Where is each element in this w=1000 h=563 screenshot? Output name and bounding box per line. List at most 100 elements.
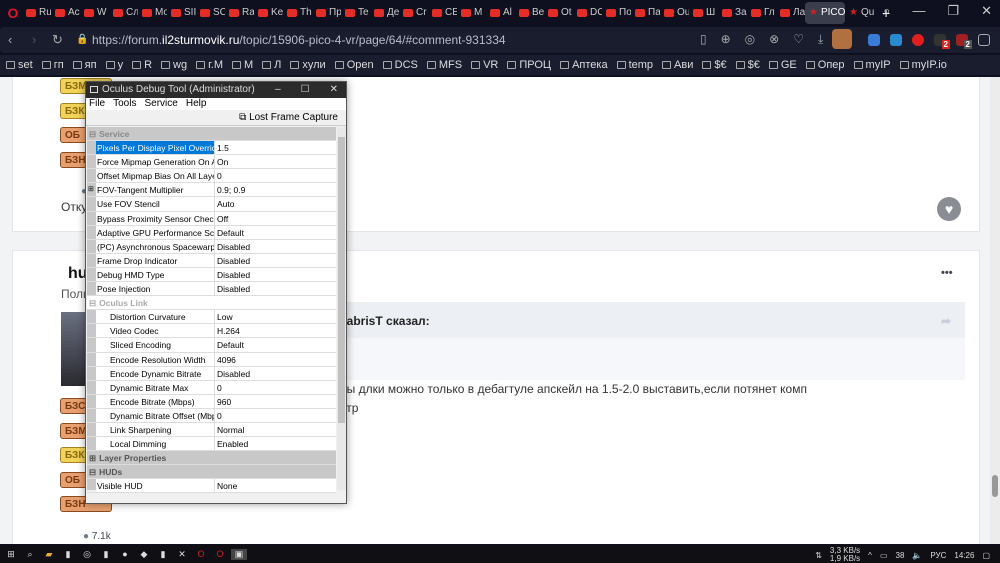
opera-icon[interactable]: O [212, 549, 228, 559]
property-grid-scrollbar[interactable] [337, 127, 346, 490]
browser-tab[interactable]: Ш [689, 2, 718, 24]
property-row[interactable]: Distortion Curvature Low [87, 310, 336, 325]
scrollbar-thumb[interactable] [992, 475, 998, 497]
menu-tools[interactable]: Tools [113, 98, 136, 110]
category-oculus-link[interactable]: ⊟ Oculus Link [87, 296, 336, 311]
bookmark-item[interactable]: Л [262, 59, 281, 71]
like-button[interactable]: ♥ [937, 197, 961, 221]
bookmark-item[interactable]: хули [290, 59, 326, 71]
share-arrow-icon[interactable]: ➦ [941, 314, 951, 328]
bookmark-item[interactable]: гп [41, 59, 64, 71]
browser-tab[interactable]: Ot [544, 2, 573, 24]
browser-tab[interactable]: По [602, 2, 631, 24]
scrollbar-thumb[interactable] [338, 137, 345, 423]
translate-ext-icon[interactable] [868, 34, 880, 46]
browser-tab[interactable]: Гл [747, 2, 776, 24]
browser-tab[interactable]: Cл [109, 2, 138, 24]
bookmark-item[interactable]: DCS [382, 59, 418, 71]
property-value[interactable]: Disabled [215, 239, 336, 253]
bookmark-item[interactable]: Open [334, 59, 374, 71]
property-row[interactable]: Encode Bitrate (Mbps) 960 [87, 394, 336, 409]
adblock-icon[interactable]: ⊗ [769, 32, 779, 47]
download-icon[interactable]: ⤓ [818, 32, 823, 47]
bookmark-item[interactable]: set [6, 59, 33, 71]
notifications-icon[interactable]: ▢ [982, 551, 990, 560]
browser-tab[interactable]: Ac [51, 2, 80, 24]
browser-tab[interactable]: Ла [776, 2, 805, 24]
page-scrollbar[interactable] [990, 77, 1000, 544]
explorer-icon[interactable]: ▰ [41, 549, 57, 560]
property-value[interactable]: Disabled [215, 282, 336, 296]
browser-tab[interactable]: DC [573, 2, 602, 24]
bookmark-item[interactable]: яп [72, 59, 97, 71]
minimize-button[interactable]: – [275, 82, 281, 98]
category-service[interactable]: ⊟ Service [87, 127, 336, 142]
browser-tab[interactable]: W [80, 2, 109, 24]
property-row[interactable]: Link Sharpening Normal [87, 422, 336, 438]
property-value[interactable]: 0 [215, 380, 336, 394]
property-value[interactable]: 960 [215, 394, 336, 408]
tray-expand-icon[interactable]: ^ [868, 551, 872, 560]
property-value[interactable]: Default [215, 338, 336, 352]
app-icon[interactable]: ▮ [60, 549, 76, 560]
oculus-debug-tool-taskbar-icon[interactable]: ▣ [231, 548, 247, 560]
property-value[interactable]: 0.9; 0.9 [215, 183, 336, 197]
property-value[interactable]: None [215, 479, 336, 493]
property-row[interactable]: ⊞ FOV-Tangent Multiplier 0.9; 0.9 [87, 183, 336, 198]
title-bar[interactable]: Oculus Debug Tool (Administrator) – ☐ ✕ [86, 82, 346, 98]
property-value[interactable]: Default [215, 225, 336, 239]
more-options-icon[interactable]: ••• [941, 267, 953, 279]
property-row[interactable]: Bypass Proximity Sensor Check Off [87, 211, 336, 226]
bookmark-item[interactable]: М [231, 59, 253, 71]
browser-tab[interactable]: Cr [399, 2, 428, 24]
quote-author[interactable]: cabrisT сказал: [340, 314, 430, 328]
app-icon[interactable]: ▮ [98, 549, 114, 560]
back-button[interactable]: ‹ [8, 32, 12, 47]
bookmark-item[interactable]: wg [161, 59, 187, 71]
s-ext-icon[interactable] [890, 34, 902, 46]
bookmark-item[interactable]: R [132, 59, 152, 71]
opera-icon[interactable]: O [193, 549, 209, 559]
app-icon[interactable]: ● [117, 549, 133, 559]
language-indicator[interactable]: РУС [930, 551, 946, 560]
property-value[interactable]: 4096 [215, 352, 336, 366]
bookmark-item[interactable]: г.М [196, 59, 223, 71]
bookmark-item[interactable]: myIP.io [899, 59, 947, 71]
lost-frame-capture-button[interactable]: ⧉ Lost Frame Capture [239, 112, 338, 123]
property-value[interactable]: Disabled [215, 267, 336, 282]
app-icon[interactable]: ▮ [155, 549, 171, 560]
search-icon[interactable]: ⌕ [22, 549, 38, 560]
search-tabs-icon[interactable]: ⌕ [883, 3, 890, 19]
adblock-plus-icon[interactable] [912, 34, 924, 46]
browser-tab[interactable]: Be [515, 2, 544, 24]
minimize-button[interactable]: — [912, 3, 925, 19]
property-row[interactable]: (PC) Asynchronous Spacewarp Disabled [87, 239, 336, 254]
bookmark-item[interactable]: $€ [735, 59, 760, 71]
bookmark-item[interactable]: Опер [805, 59, 845, 71]
bookmark-item[interactable]: GE [768, 59, 797, 71]
browser-tab[interactable]: Па [631, 2, 660, 24]
close-button[interactable]: ✕ [981, 3, 992, 19]
property-row[interactable]: Frame Drop Indicator Disabled [87, 253, 336, 268]
bookmark-item[interactable]: VR [471, 59, 498, 71]
property-row[interactable]: Dynamic Bitrate Offset (Mbps) 0 [87, 408, 336, 423]
property-row[interactable]: Dynamic Bitrate Max 0 [87, 380, 336, 395]
network-icon[interactable]: ▭ [880, 551, 888, 560]
browser-tab[interactable]: Al [486, 2, 515, 24]
bookmark-item[interactable]: MFS [426, 59, 462, 71]
browser-tab[interactable]: SII [167, 2, 196, 24]
browser-tab[interactable]: Te [341, 2, 370, 24]
property-value[interactable]: 0 [215, 408, 336, 422]
browser-tab[interactable]: ★ PICO [805, 1, 845, 24]
browser-tab[interactable]: За [718, 2, 747, 24]
browser-tab[interactable]: Th [283, 2, 312, 24]
property-row[interactable]: Pixels Per Display Pixel Override 1.5 [87, 141, 336, 156]
property-value[interactable]: Off [215, 211, 336, 225]
property-row[interactable]: Offset Mipmap Bias On All Layers 0 [87, 169, 336, 184]
browser-tab[interactable]: SC [196, 2, 225, 24]
property-row[interactable]: Debug HMD Type Disabled [87, 267, 336, 283]
property-row[interactable]: Encode Dynamic Bitrate Disabled [87, 366, 336, 381]
menu-service[interactable]: Service [144, 98, 177, 110]
bookmark-item[interactable]: ПРОЦ [507, 59, 551, 71]
property-row[interactable]: Pose Injection Disabled [87, 282, 336, 297]
